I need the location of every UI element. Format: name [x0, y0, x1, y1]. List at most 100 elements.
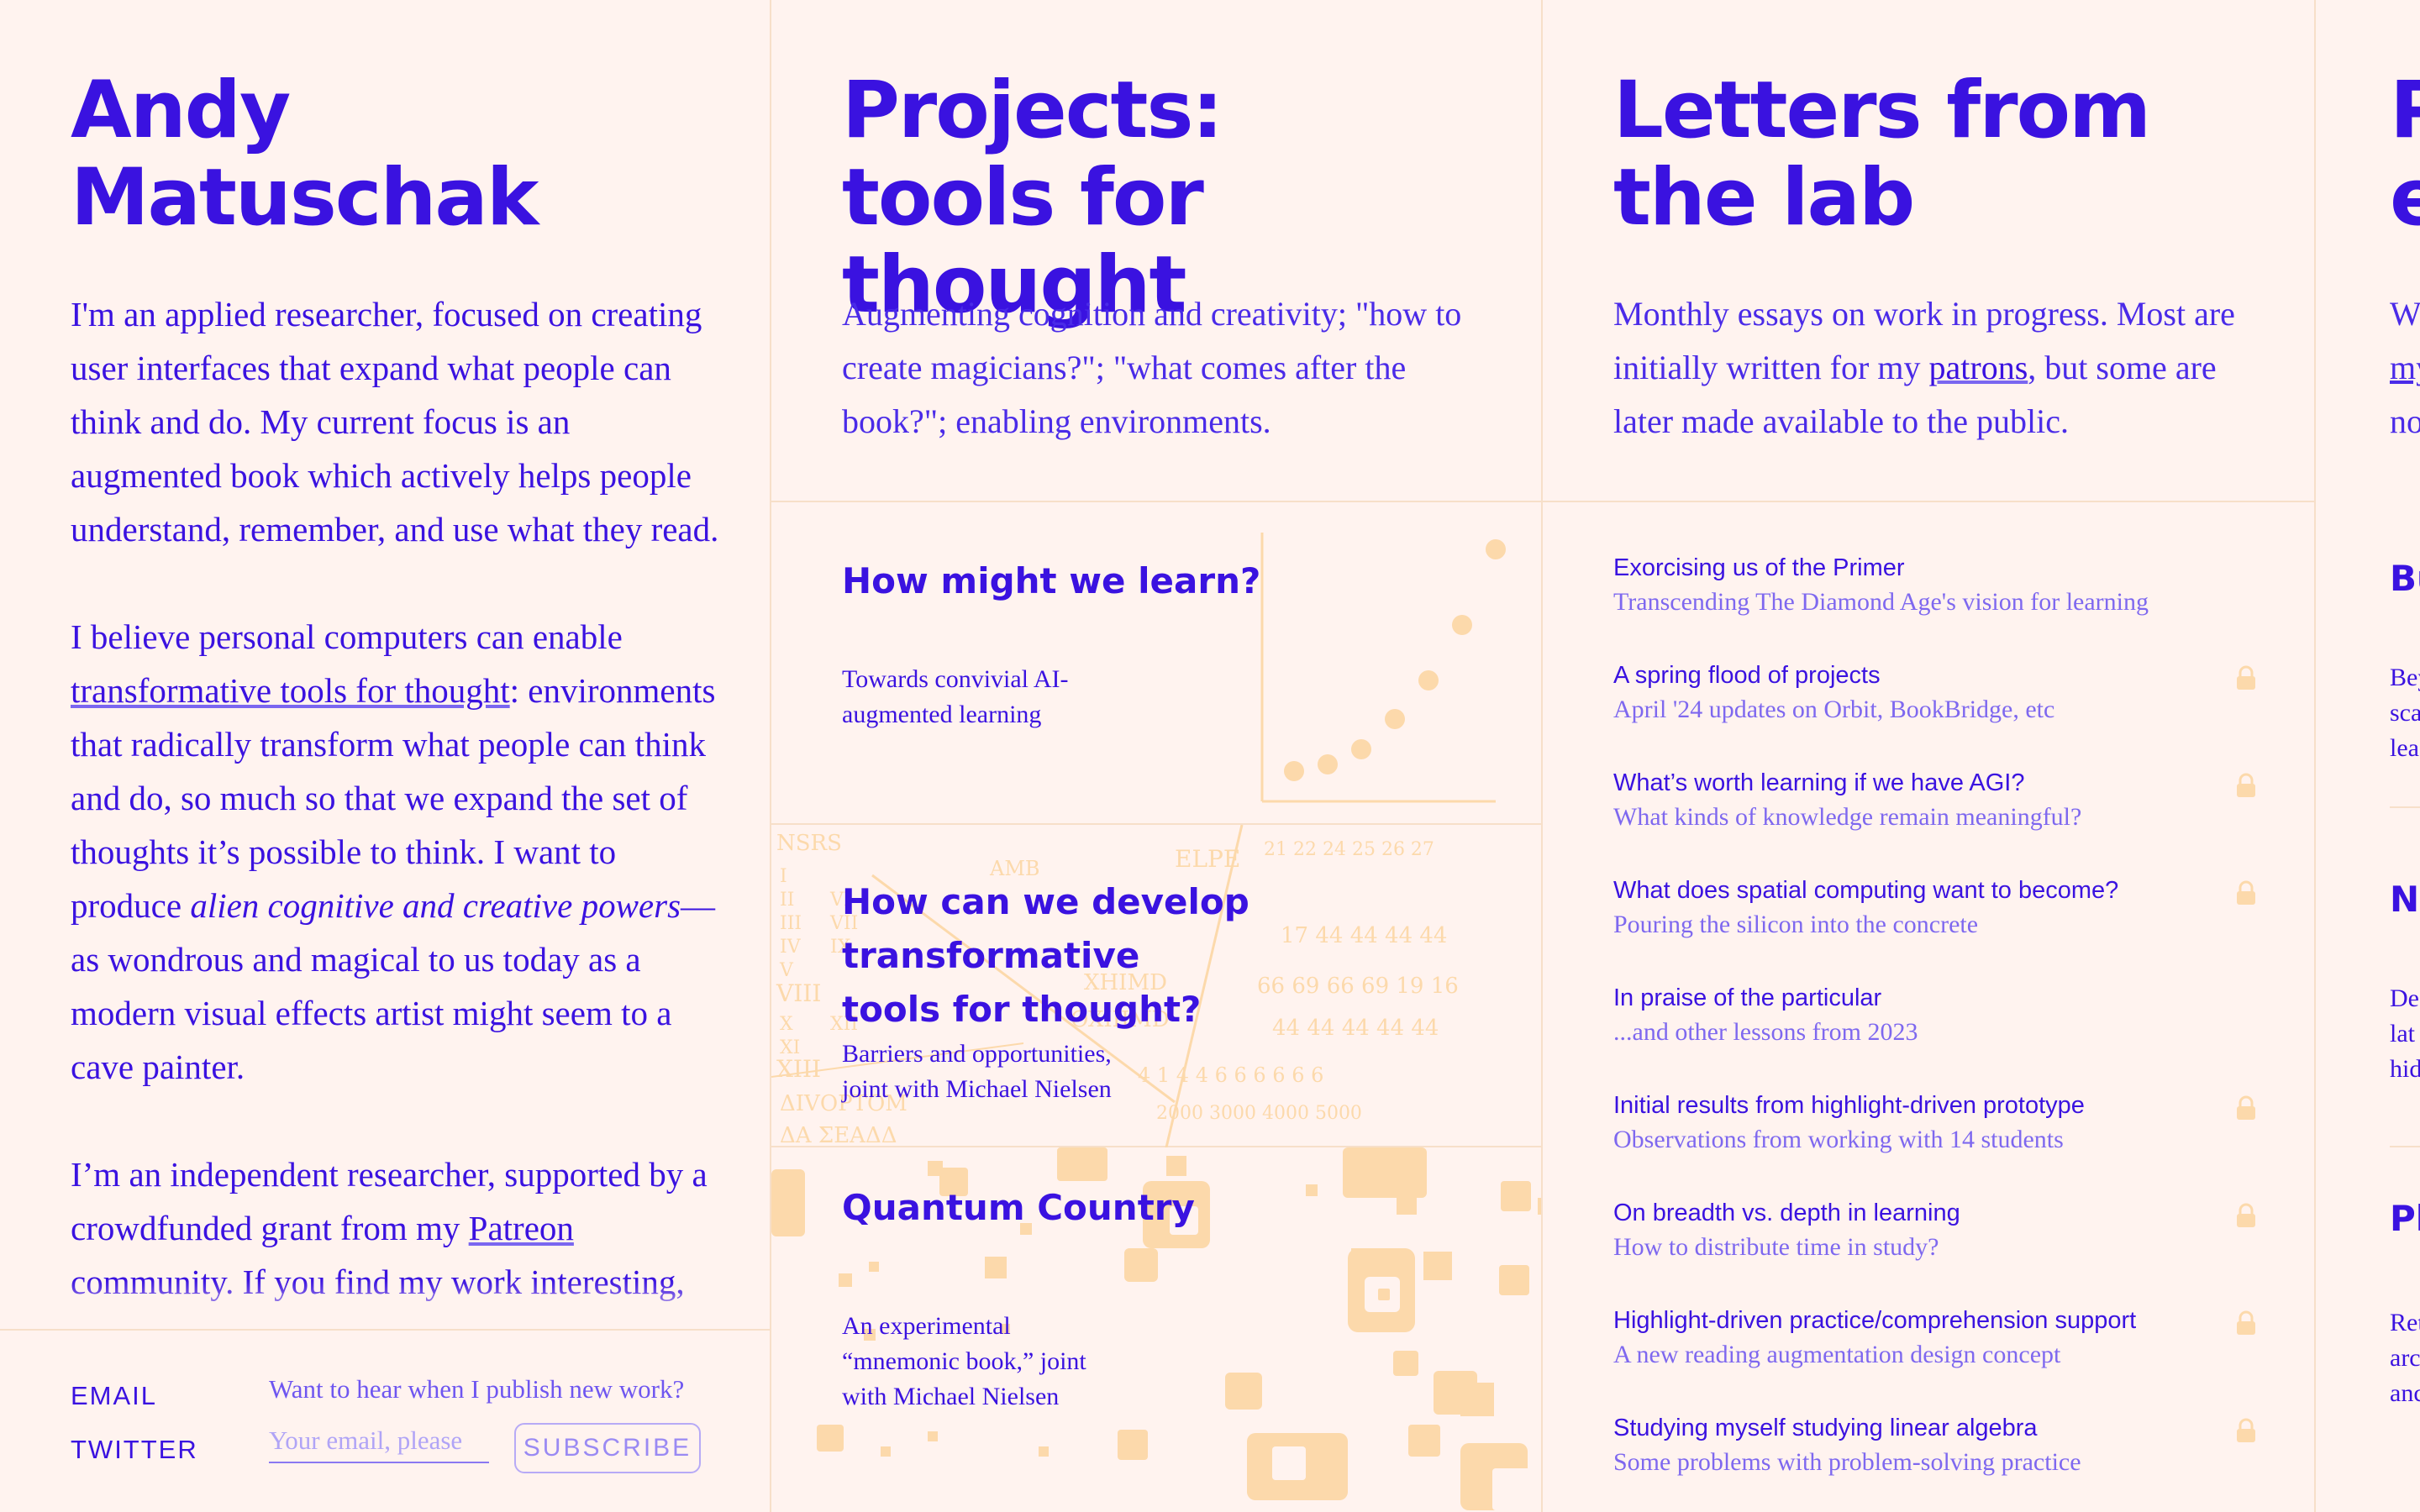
letter-item[interactable]: What’s worth learning if we have AGI? Wha… — [1613, 766, 2269, 835]
project-title: How might we learn? — [842, 560, 1261, 601]
letter-item[interactable]: Exorcising us of the Primer Transcending … — [1613, 551, 2269, 620]
illustration-square — [839, 1273, 852, 1287]
letter-item[interactable]: A spring flood of projects April '24 upda… — [1613, 659, 2269, 727]
bio-emphasis: alien cognitive and creative powers — [190, 886, 681, 925]
glyph-text: 4 1 4 4 6 6 6 6 6 6 — [1138, 1063, 1323, 1087]
partial-item-text: arc — [2390, 1344, 2420, 1372]
letter-subtitle: Observations from working with 14 studen… — [1613, 1126, 2064, 1153]
subscribe-button[interactable]: SUBSCRIBE — [514, 1423, 701, 1473]
glyph-text: NSRS — [776, 831, 842, 856]
illustration-square — [1423, 1252, 1452, 1280]
letter-title: What’s worth learning if we have AGI? — [1613, 769, 2025, 796]
partial-desc-line: W — [2390, 295, 2420, 333]
project-title-line: How can we develop transformative — [842, 881, 1249, 976]
page-title: Andy Matuschak — [71, 65, 539, 244]
email-input[interactable] — [269, 1420, 489, 1463]
lock-shackle — [2238, 1203, 2254, 1215]
illustration-square — [1397, 1194, 1417, 1215]
illustration-dot — [1284, 761, 1304, 781]
patrons-link[interactable]: patrons — [1929, 349, 2028, 386]
projects-description: Augmenting cognition and creativity; "ho… — [842, 295, 1462, 440]
glyph-text: X — [780, 1014, 793, 1035]
letter-subtitle: Pouring the silicon into the concrete — [1613, 911, 1979, 938]
letter-subtitle: What kinds of knowledge remain meaningfu… — [1613, 803, 2082, 831]
illustration-square — [1538, 1198, 1541, 1215]
letter-subtitle: How to distribute time in study? — [1613, 1233, 1939, 1261]
illustration-square — [1057, 1147, 1107, 1181]
lock-icon — [2237, 1203, 2255, 1227]
illustration-square — [1460, 1383, 1494, 1416]
illustration-square — [1408, 1425, 1440, 1457]
lock-body — [2237, 784, 2255, 797]
lock-shackle — [2238, 880, 2254, 892]
illustration-square — [1393, 1351, 1418, 1376]
letter-item[interactable]: Studying myself studying linear algebra S… — [1613, 1411, 2269, 1480]
project-card-transformative-tools[interactable]: NSRS AMB ELPE VIII XIII ΔΙVΟΡΤΟΜ ΔΑ ΣΕΑΔ… — [771, 823, 1541, 1147]
illustration-square — [1039, 1446, 1049, 1457]
letter-item[interactable]: Initial results from highlight-driven pr… — [1613, 1089, 2269, 1158]
letter-item[interactable]: Highlight-driven practice/comprehension … — [1613, 1304, 2269, 1373]
illustration-square — [881, 1446, 891, 1457]
lock-shackle — [2238, 773, 2254, 785]
partial-item-title[interactable]: Bu — [2390, 558, 2420, 599]
project-card-how-might-we-learn[interactable]: How might we learn? Towards convivial AI… — [771, 501, 1541, 823]
partial-item-title[interactable]: Ne — [2390, 879, 2420, 920]
illustration-dot — [1486, 539, 1506, 559]
project-subtitle: An experimental “mnemonic book,” joint w… — [842, 1309, 1086, 1415]
letter-subtitle: A new reading augmentation design concep… — [1613, 1341, 2061, 1368]
partial-title-line-2: e — [2390, 152, 2420, 244]
project-subtitle-line: with Michael Nielsen — [842, 1383, 1060, 1410]
tools-for-thought-link[interactable]: transformative tools for thought — [71, 671, 510, 710]
glyph-text: IV — [780, 937, 802, 958]
letter-subtitle: Transcending The Diamond Age's vision fo… — [1613, 588, 2149, 616]
project-title: Quantum Country — [842, 1187, 1195, 1228]
letter-item[interactable]: On breadth vs. depth in learning How to d… — [1613, 1196, 2269, 1265]
illustration-square — [1499, 1265, 1529, 1295]
lock-body — [2237, 1321, 2255, 1335]
partial-item-text: Ret — [2390, 1309, 2420, 1336]
lock-shackle — [2238, 665, 2254, 677]
partial-title-line-1: P — [2390, 65, 2420, 156]
patreon-link[interactable]: Patreon — [469, 1209, 574, 1247]
lock-icon — [2237, 880, 2255, 905]
illustration-square — [1492, 1468, 1541, 1510]
illustration-square — [771, 1169, 805, 1236]
illustration-square — [1306, 1184, 1318, 1196]
partial-column: P e W my no Bu Bey sca lea Ne De lat hid… — [2316, 0, 2420, 1512]
name-line-1: Andy — [71, 65, 291, 156]
glyph-text: III — [780, 913, 802, 934]
project-subtitle-line: joint with Michael Nielsen — [842, 1075, 1112, 1103]
lock-body — [2237, 1106, 2255, 1120]
lock-icon — [2237, 1095, 2255, 1120]
partial-item-text: anc — [2390, 1379, 2420, 1407]
illustration-dot — [1318, 754, 1338, 774]
letter-item[interactable]: What does spatial computing want to beco… — [1613, 874, 2269, 942]
illustration-square — [817, 1425, 844, 1452]
name-line-2: Matuschak — [71, 152, 539, 244]
project-card-quantum-country[interactable]: Quantum Country An experimental “mnemoni… — [771, 1146, 1541, 1510]
lock-shackle — [2238, 1095, 2254, 1107]
letter-title: Exorcising us of the Primer — [1613, 554, 1905, 581]
illustration-dot — [1452, 615, 1472, 635]
bio-paragraph-1: I'm an applied researcher, focused on cr… — [71, 295, 719, 549]
project-subtitle-line: augmented learning — [842, 701, 1042, 728]
divider — [2390, 806, 2420, 808]
letter-item[interactable]: In praise of the particular ...and other … — [1613, 981, 2269, 1050]
lock-icon — [2237, 773, 2255, 797]
lock-icon — [2237, 665, 2255, 690]
lock-body — [2237, 676, 2255, 690]
letter-title: Studying myself studying linear algebra — [1613, 1415, 2038, 1441]
partial-item-title[interactable]: Pl — [2390, 1198, 2420, 1239]
letter-title: Initial results from highlight-driven pr… — [1613, 1092, 2085, 1119]
letter-title: A spring flood of projects — [1613, 662, 1881, 689]
twitter-link[interactable]: TWITTER — [71, 1435, 198, 1465]
lock-body — [2237, 891, 2255, 905]
subscribe-prompt: Want to hear when I publish new work? — [269, 1374, 685, 1404]
glyph-text: II — [780, 890, 794, 911]
email-link[interactable]: EMAIL — [71, 1381, 157, 1411]
letters-title-line-2: the lab — [1613, 152, 1915, 244]
lock-icon — [2237, 1418, 2255, 1442]
partial-item-text: lea — [2390, 734, 2419, 762]
partial-desc-link[interactable]: my — [2390, 341, 2420, 395]
project-subtitle-line: Barriers and opportunities, — [842, 1040, 1112, 1068]
